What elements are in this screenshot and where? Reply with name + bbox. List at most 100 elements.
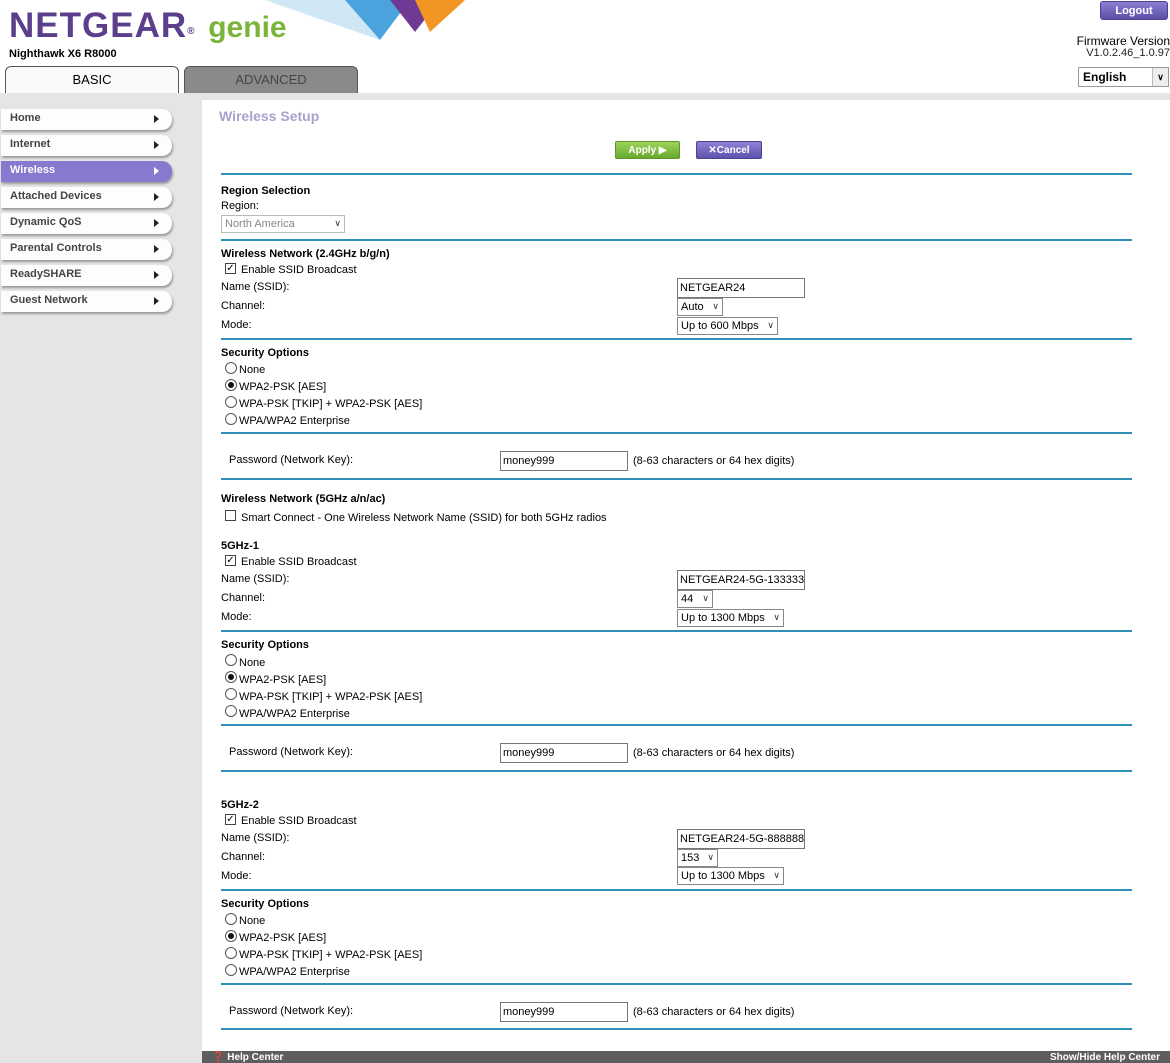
show-hide-help-center[interactable]: Show/Hide Help Center — [1050, 1052, 1160, 1063]
band5-2-security-option: WPA/WPA2 Enterprise — [239, 966, 350, 978]
sidebar-item-wireless[interactable]: Wireless — [1, 161, 172, 182]
band5-2-mode-select[interactable]: Up to 1300 Mbps ∨ — [677, 867, 784, 885]
sidebar-item-attached-devices[interactable]: Attached Devices — [1, 187, 172, 208]
apply-button[interactable]: Apply ▶ — [615, 141, 680, 159]
arrow-right-icon — [154, 271, 159, 279]
band24-mode-value: Up to 600 Mbps — [681, 320, 759, 332]
firmware-label: Firmware Version — [1076, 34, 1170, 48]
sidebar-item-label: Attached Devices — [10, 190, 102, 202]
band24-name-label: Name (SSID): — [221, 281, 290, 293]
band5-1-ssid-input[interactable]: NETGEAR24-5G-1333333 — [677, 570, 805, 590]
divider — [221, 432, 1132, 434]
band5-2-password-input[interactable]: money999 — [500, 1002, 628, 1022]
sidebar-item-home[interactable]: Home — [1, 109, 172, 130]
sidebar-item-readyshare[interactable]: ReadySHARE — [1, 265, 172, 286]
band5-1-security-radio-enterprise[interactable] — [225, 705, 237, 717]
band24-password-label: Password (Network Key): — [229, 454, 354, 466]
sidebar-item-label: ReadySHARE — [10, 268, 82, 280]
band5-2-security-option: WPA-PSK [TKIP] + WPA2-PSK [AES] — [239, 949, 423, 961]
header: NETGEAR® genie Nighthawk X6 R8000 Logout… — [0, 0, 1170, 93]
divider — [221, 239, 1132, 241]
sidebar-item-label: Guest Network — [10, 294, 88, 306]
chevron-down-icon: ∨ — [707, 852, 714, 862]
sidebar-item-internet[interactable]: Internet — [1, 135, 172, 156]
sidebar-item-label: Parental Controls — [10, 242, 102, 254]
band5-2-ssid-input[interactable]: NETGEAR24-5G-8888888 — [677, 829, 805, 849]
band5-1-name-label: Name (SSID): — [221, 573, 290, 585]
band24-security-radio-wpa-mixed[interactable] — [225, 396, 237, 408]
band24-security-heading: Security Options — [221, 347, 310, 359]
band5-2-channel-select[interactable]: 153 ∨ — [677, 849, 718, 867]
band5-1-channel-value: 44 — [681, 593, 694, 605]
arrow-right-icon — [154, 193, 159, 201]
play-icon: ▶ — [658, 145, 667, 156]
region-heading: Region Selection — [221, 185, 311, 197]
band5-1-security-radio-wpa-mixed[interactable] — [225, 688, 237, 700]
band24-security-radio-wpa2[interactable] — [225, 379, 237, 391]
band24-security-radio-none[interactable] — [225, 362, 237, 374]
help-center-label: Help Center — [227, 1052, 284, 1063]
band5-2-channel-value: 153 — [681, 852, 700, 864]
chevron-down-icon: ∨ — [712, 301, 719, 311]
band24-channel-value: Auto — [681, 301, 704, 313]
smart-connect-checkbox[interactable] — [225, 510, 236, 521]
band5-2-enable-ssid-checkbox[interactable]: ✓ — [225, 814, 236, 825]
band24-security-radio-enterprise[interactable] — [225, 413, 237, 425]
band5-2-security-option: None — [239, 915, 266, 927]
smart-connect-label: Smart Connect - One Wireless Network Nam… — [241, 512, 607, 524]
band24-ssid-input[interactable]: NETGEAR24 — [677, 278, 805, 298]
band5-1-password-input[interactable]: money999 — [500, 743, 628, 763]
sidebar-item-dynamic-qos[interactable]: Dynamic QoS — [1, 213, 172, 234]
chevron-down-icon: ∨ — [767, 320, 774, 330]
cancel-button[interactable]: ✕Cancel — [696, 141, 762, 159]
band5-1-channel-label: Channel: — [221, 592, 266, 604]
band24-password-input[interactable]: money999 — [500, 451, 628, 471]
band5-1-mode-select[interactable]: Up to 1300 Mbps ∨ — [677, 609, 784, 627]
band5-1-password-hint: (8-63 characters or 64 hex digits) — [633, 747, 795, 759]
band24-channel-label: Channel: — [221, 300, 266, 312]
band5-2-channel-label: Channel: — [221, 851, 266, 863]
close-icon: ✕ — [708, 145, 717, 156]
chevron-down-icon: ∨ — [773, 612, 780, 622]
band5-1-mode-label: Mode: — [221, 611, 252, 623]
band24-enable-ssid-checkbox[interactable]: ✓ — [225, 263, 236, 274]
band5-2-security-radio-wpa-mixed[interactable] — [225, 947, 237, 959]
region-label: Region: — [221, 200, 259, 212]
divider — [221, 983, 1132, 985]
band5-1-security-option: WPA-PSK [TKIP] + WPA2-PSK [AES] — [239, 691, 423, 703]
band5-2-name-label: Name (SSID): — [221, 832, 290, 844]
page-title: Wireless Setup — [219, 108, 320, 124]
band5-2-security-radio-wpa2[interactable] — [225, 930, 237, 942]
netgear-genie-logo: NETGEAR® genie — [9, 6, 287, 45]
sidebar-item-guest-network[interactable]: Guest Network — [1, 291, 172, 312]
divider — [221, 338, 1132, 340]
band24-channel-select[interactable]: Auto ∨ — [677, 298, 723, 316]
cancel-label: Cancel — [716, 145, 750, 156]
arrow-right-icon — [154, 245, 159, 253]
tab-advanced[interactable]: ADVANCED — [184, 66, 358, 93]
sidebar-item-label: Internet — [10, 138, 51, 150]
sidebar-item-parental-controls[interactable]: Parental Controls — [1, 239, 172, 260]
band5-2-security-radio-enterprise[interactable] — [225, 964, 237, 976]
sidebar-item-label: Dynamic QoS — [10, 216, 82, 228]
band5-1-channel-select[interactable]: 44 ∨ — [677, 590, 713, 608]
band5-1-security-radio-wpa2[interactable] — [225, 671, 237, 683]
main-content: Wireless Setup Apply ▶ ✕Cancel Region Se… — [202, 93, 1170, 1063]
band5-2-mode-value: Up to 1300 Mbps — [681, 870, 765, 882]
band5-2-security-option: WPA2-PSK [AES] — [239, 932, 327, 944]
band5-2-security-radio-none[interactable] — [225, 913, 237, 925]
band24-mode-select[interactable]: Up to 600 Mbps ∨ — [677, 317, 778, 335]
band5-1-enable-ssid-checkbox[interactable]: ✓ — [225, 555, 236, 566]
band24-security-option: WPA-PSK [TKIP] + WPA2-PSK [AES] — [239, 398, 423, 410]
sidebar-item-label: Home — [10, 112, 41, 124]
band5-1-security-radio-none[interactable] — [225, 654, 237, 666]
help-center-toggle[interactable]: ❓ Help Center — [212, 1052, 283, 1063]
band5-1-enable-ssid-label: Enable SSID Broadcast — [241, 556, 357, 568]
band24-security-option: WPA2-PSK [AES] — [239, 381, 327, 393]
language-select[interactable]: English ∨ — [1078, 67, 1169, 87]
band24-security-option: None — [239, 364, 266, 376]
logout-button[interactable]: Logout — [1100, 1, 1168, 20]
arrow-right-icon — [154, 219, 159, 227]
tab-basic[interactable]: BASIC — [5, 66, 179, 93]
firmware-value: V1.0.2.46_1.0.97 — [1086, 47, 1170, 59]
